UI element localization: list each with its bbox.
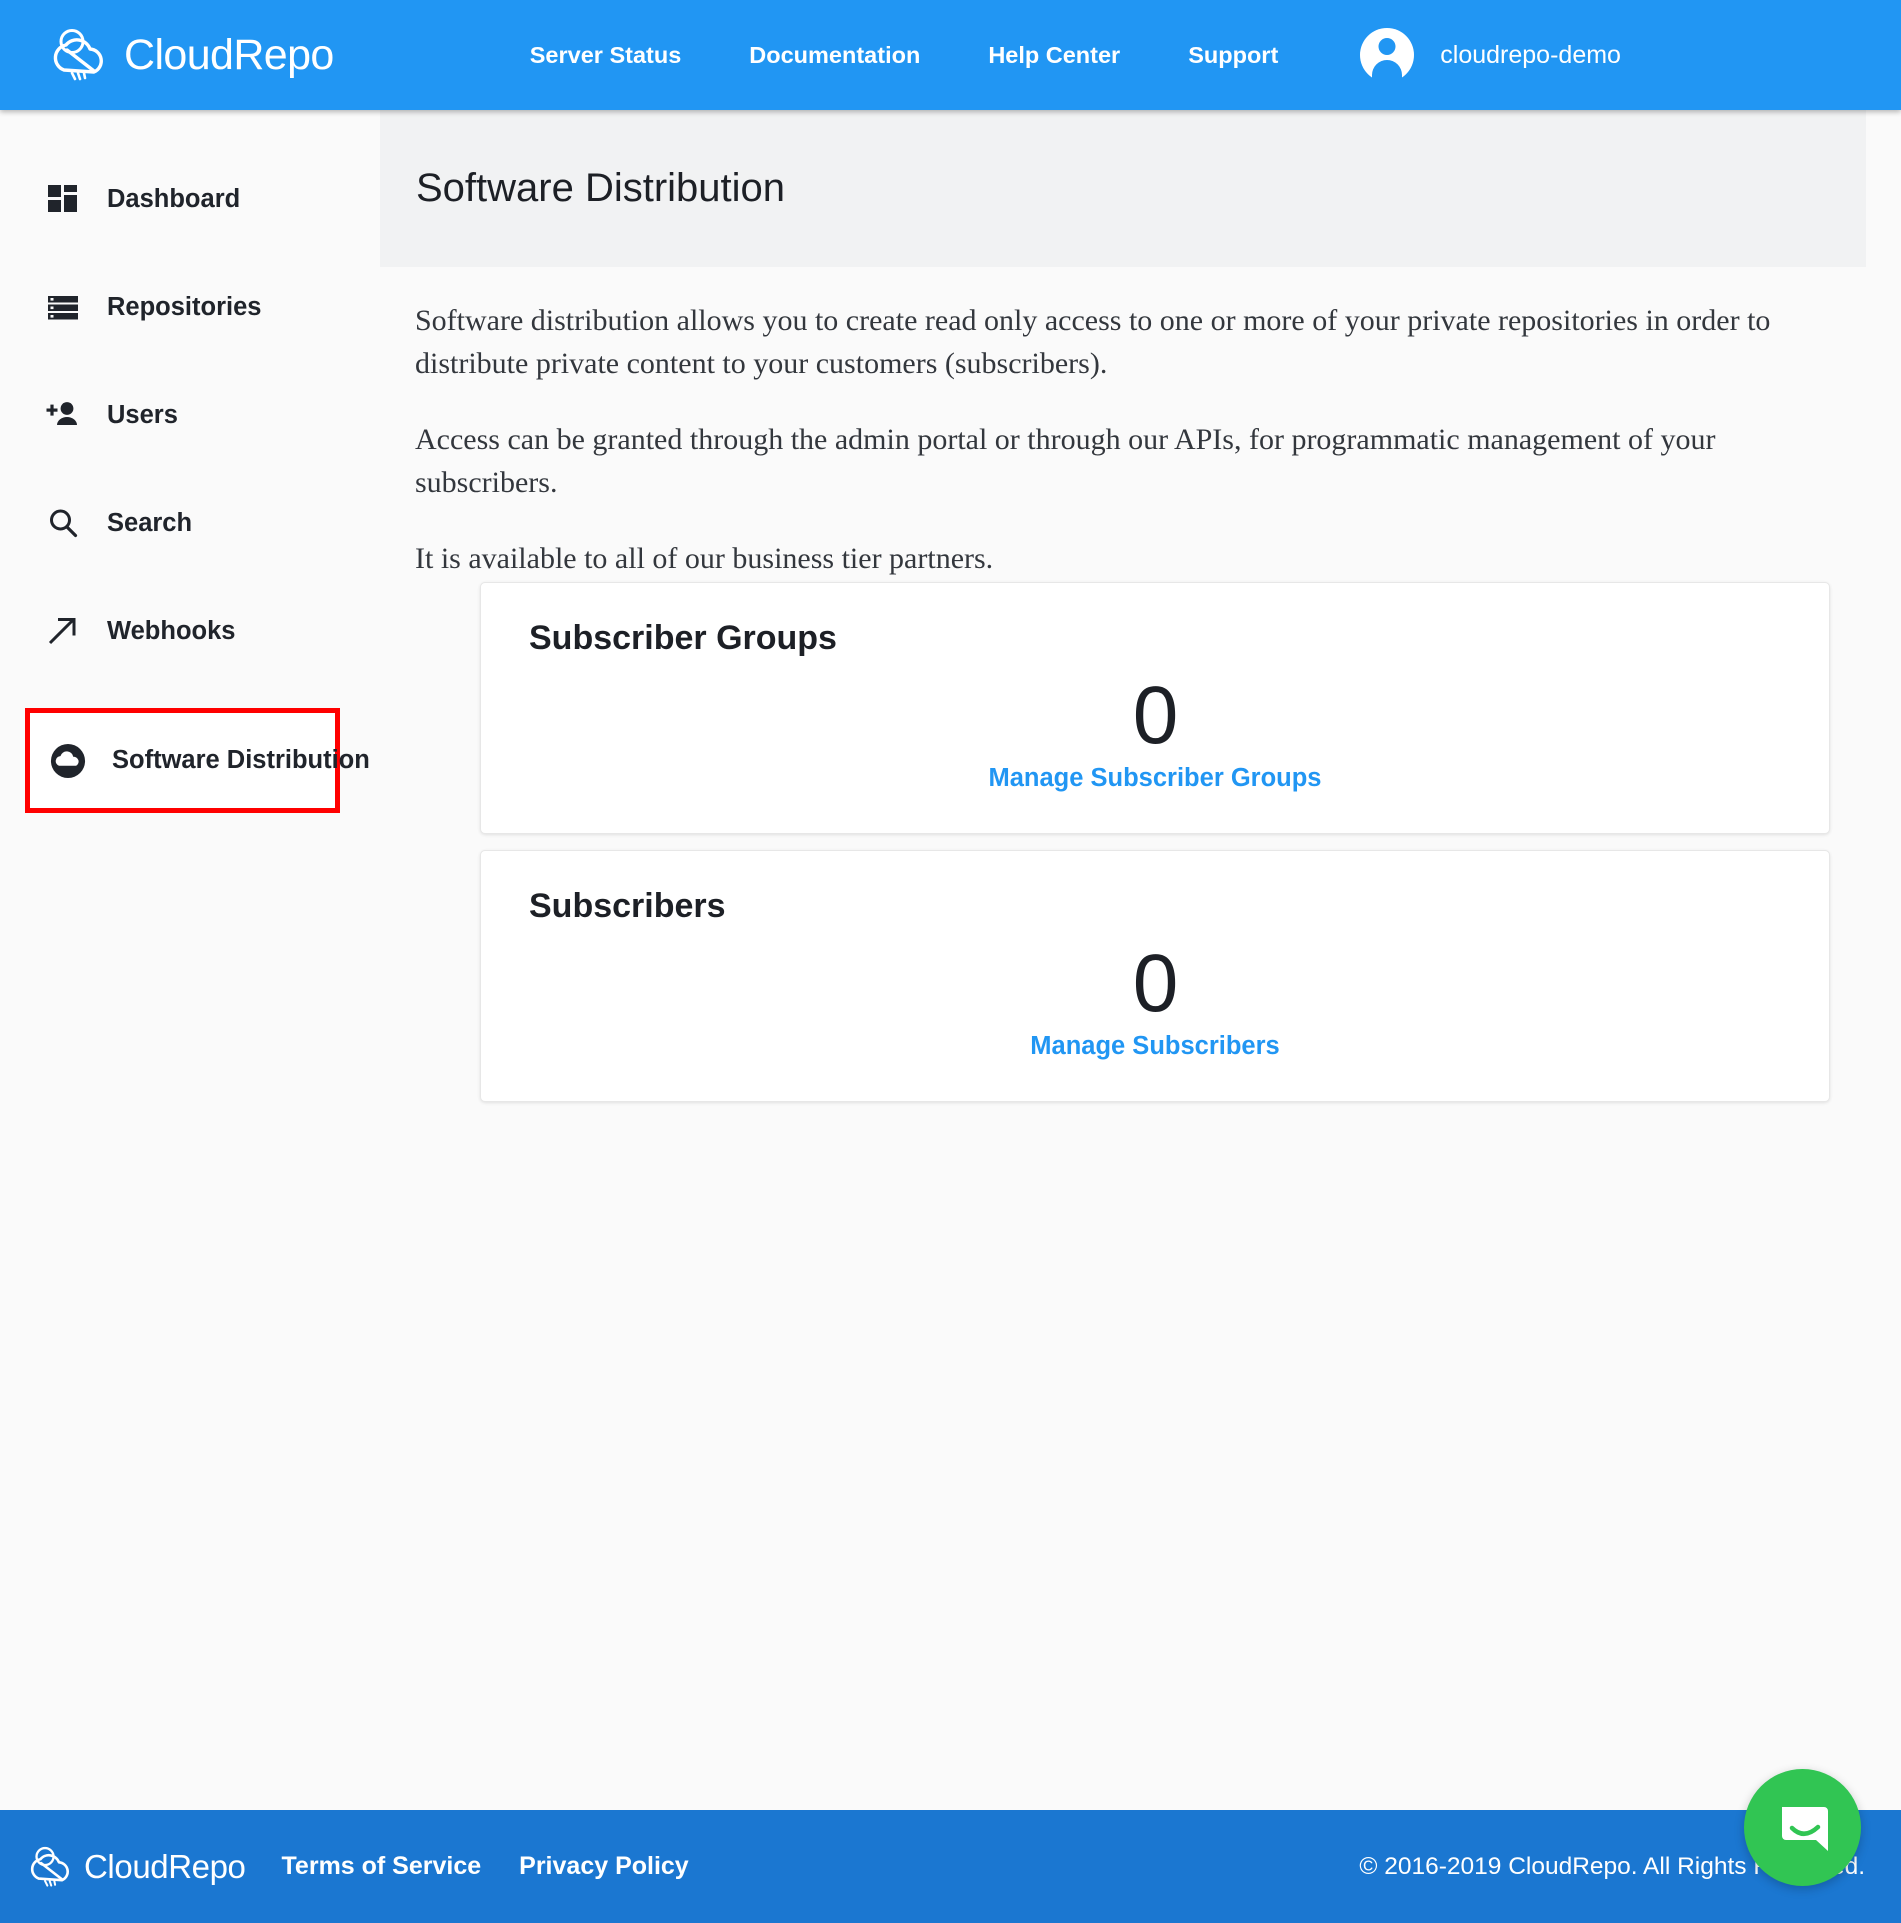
footer-brand-link[interactable]: CloudRepo (28, 1846, 246, 1888)
nav-link-help-center[interactable]: Help Center (988, 42, 1120, 69)
nav-link-server-status[interactable]: Server Status (530, 42, 682, 69)
intro-paragraph-1: Software distribution allows you to crea… (415, 304, 1771, 380)
cloud-icon (50, 743, 86, 779)
sidebar: Dashboard Repositories Users Search Webh… (0, 110, 380, 1810)
manage-subscriber-groups-link[interactable]: Manage Subscriber Groups (989, 764, 1322, 793)
subscribers-count: 0 (1132, 937, 1179, 1029)
footer-link-privacy-policy[interactable]: Privacy Policy (519, 1852, 689, 1881)
chat-launcher-button[interactable] (1744, 1769, 1861, 1886)
subscriber-groups-count: 0 (1132, 670, 1179, 761)
footer: CloudRepo Terms of Service Privacy Polic… (0, 1810, 1901, 1923)
stat-cards: Subscriber Groups 0 Manage Subscriber Gr… (480, 582, 1830, 1118)
brand-name: CloudRepo (124, 30, 334, 79)
cloudrepo-logo-icon (30, 1846, 69, 1887)
subscriber-groups-card: Subscriber Groups 0 Manage Subscriber Gr… (480, 582, 1830, 834)
server-stack-icon (45, 289, 81, 325)
sidebar-item-repositories[interactable]: Repositories (0, 276, 380, 338)
chat-bubble-icon (1781, 1806, 1828, 1851)
user-name-label: cloudrepo-demo (1440, 40, 1621, 69)
manage-subscribers-link[interactable]: Manage Subscribers (1030, 1032, 1279, 1061)
brand-logo-link[interactable]: CloudRepo (50, 28, 334, 82)
user-menu[interactable]: cloudrepo-demo (1360, 28, 1621, 82)
sidebar-item-label: Dashboard (107, 184, 241, 213)
search-icon (45, 505, 81, 541)
card-title: Subscriber Groups (529, 619, 837, 657)
intro-paragraph-3: It is available to all of our business t… (415, 542, 994, 576)
sidebar-item-label: Webhooks (107, 616, 236, 645)
page-title-band: Software Distribution (380, 110, 1866, 267)
sidebar-item-software-distribution[interactable]: Software Distribution (25, 708, 370, 813)
sidebar-item-label: Users (107, 400, 178, 429)
sidebar-item-webhooks[interactable]: Webhooks (0, 600, 380, 662)
card-title: Subscribers (529, 886, 726, 925)
subscribers-card: Subscribers 0 Manage Subscribers (480, 849, 1830, 1102)
cloudrepo-logo-icon (53, 29, 103, 81)
intro-paragraph-2: Access can be granted through the admin … (415, 423, 1716, 499)
add-user-icon (45, 397, 81, 433)
intro-text: Software distribution allows you to crea… (390, 300, 1850, 581)
main-content: Software Distribution Software distribut… (380, 110, 1901, 1810)
sidebar-item-search[interactable]: Search (0, 492, 380, 554)
sidebar-item-dashboard[interactable]: Dashboard (0, 168, 380, 230)
nav-link-support[interactable]: Support (1188, 42, 1278, 69)
page-title: Software Distribution (416, 166, 786, 210)
top-navigation-bar: CloudRepo Server Status Documentation He… (0, 0, 1901, 110)
sidebar-item-label: Search (107, 508, 193, 537)
dashboard-grid-icon (45, 181, 81, 217)
avatar-icon (1360, 28, 1415, 82)
card-body: 0 Manage Subscribers (529, 938, 1781, 1061)
footer-link-terms-of-service[interactable]: Terms of Service (282, 1852, 482, 1881)
sidebar-item-label: Repositories (107, 292, 262, 321)
card-body: 0 Manage Subscriber Groups (529, 670, 1781, 793)
footer-brand-name: CloudRepo (84, 1847, 246, 1885)
nav-links: Server Status Documentation Help Center … (530, 42, 1279, 69)
sidebar-item-users[interactable]: Users (0, 384, 380, 446)
app-page: CloudRepo Server Status Documentation He… (0, 0, 1901, 1923)
sidebar-item-label: Software Distribution (112, 746, 370, 774)
arrow-up-right-icon (45, 613, 81, 649)
nav-link-documentation[interactable]: Documentation (749, 42, 920, 69)
